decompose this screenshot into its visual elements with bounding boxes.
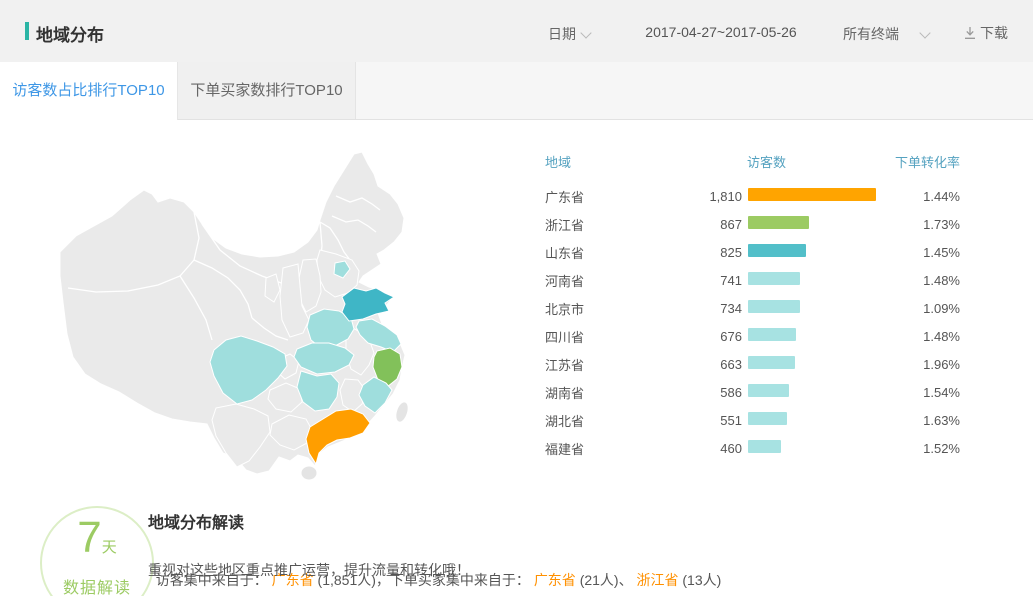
visitors-bar (748, 216, 809, 229)
seven-day-badge: 7天 数据解读 (40, 506, 154, 596)
region-ranking-table: 地域 访客数 下单转化率 广东省 1,810 1.44% 浙江省 867 1.7… (545, 152, 960, 462)
badge-number: 7天 (42, 514, 152, 572)
table-row: 广东省 1,810 1.44% (545, 182, 960, 210)
interpretation-line2: 重视对这些地区重点推广运营，提升流量和转化哦！ (148, 560, 470, 580)
header-bar: 地域分布 日期 2017-04-27~2017-05-26 所有终端 下载 (0, 0, 1033, 63)
page-title: 地域分布 (36, 21, 104, 46)
interpretation-segment: 浙江省 (637, 572, 679, 588)
region-name: 福建省 (545, 439, 650, 458)
table-row: 江苏省 663 1.96% (545, 350, 960, 378)
conversion-rate: 1.52% (892, 441, 960, 456)
badge-unit: 天 (102, 539, 117, 556)
visitors-count: 551 (650, 413, 746, 428)
visitors-bar (748, 440, 781, 453)
conversion-rate: 1.45% (892, 245, 960, 260)
visitors-bar-track (746, 328, 892, 344)
conversion-rate: 1.96% (892, 357, 960, 372)
visitors-bar-track (746, 440, 892, 456)
visitors-bar (748, 188, 876, 201)
map-island-hainan (302, 467, 317, 480)
column-header-region: 地域 (545, 152, 571, 171)
conversion-rate: 1.73% (892, 217, 960, 232)
region-name: 浙江省 (545, 215, 650, 234)
column-header-visitors: 访客数 (747, 152, 786, 171)
region-name: 湖南省 (545, 383, 650, 402)
chevron-down-icon (580, 27, 591, 38)
download-button[interactable]: 下载 (963, 23, 1008, 43)
table-header: 地域 访客数 下单转化率 (545, 152, 960, 172)
region-name: 河南省 (545, 271, 650, 290)
visitors-bar (748, 272, 800, 285)
visitors-bar-track (746, 412, 892, 428)
visitors-bar-track (746, 356, 892, 372)
interpretation-segment: (13人) (679, 572, 722, 588)
conversion-rate: 1.44% (892, 189, 960, 204)
table-row: 北京市 734 1.09% (545, 294, 960, 322)
conversion-rate: 1.54% (892, 385, 960, 400)
region-name: 江苏省 (545, 355, 650, 374)
visitors-count: 586 (650, 385, 746, 400)
visitors-bar-track (746, 384, 892, 400)
regional-distribution-panel: 地域分布 日期 2017-04-27~2017-05-26 所有终端 下载 访客… (0, 0, 1033, 596)
visitors-bar-track (746, 244, 892, 260)
visitors-count: 1,810 (650, 189, 746, 204)
region-name: 北京市 (545, 299, 650, 318)
download-label: 下载 (980, 25, 1008, 41)
visitors-bar-track (746, 188, 892, 204)
table-row: 山东省 825 1.45% (545, 238, 960, 266)
visitors-bar (748, 356, 795, 369)
date-dropdown-label: 日期 (548, 26, 576, 42)
tab-buyers-top10[interactable]: 下单买家数排行TOP10 (178, 62, 356, 119)
table-row: 河南省 741 1.48% (545, 266, 960, 294)
date-range-picker[interactable]: 2017-04-27~2017-05-26 (611, 24, 831, 40)
conversion-rate: 1.09% (892, 301, 960, 316)
visitors-count: 734 (650, 301, 746, 316)
map-island-taiwan (394, 401, 410, 423)
visitors-bar-track (746, 272, 892, 288)
tab-bar: 访客数占比排行TOP10 下单买家数排行TOP10 (0, 62, 1033, 120)
region-name: 广东省 (545, 187, 650, 206)
region-name: 湖北省 (545, 411, 650, 430)
interpretation-segment: (21人)、 (576, 572, 637, 588)
visitors-bar (748, 384, 789, 397)
table-row: 湖北省 551 1.63% (545, 406, 960, 434)
tab-visitors-top10[interactable]: 访客数占比排行TOP10 (0, 62, 178, 120)
table-row: 浙江省 867 1.73% (545, 210, 960, 238)
visitors-bar (748, 244, 806, 257)
terminal-dropdown-label: 所有终端 (843, 26, 899, 42)
interpretation-segment: 广东省 (534, 572, 576, 588)
badge-label: 数据解读 (42, 574, 152, 596)
download-icon (963, 26, 977, 40)
conversion-rate: 1.48% (892, 329, 960, 344)
visitors-bar (748, 300, 800, 313)
table-row: 福建省 460 1.52% (545, 434, 960, 462)
visitors-count: 867 (650, 217, 746, 232)
interpretation-heading: 地域分布解读 (148, 509, 244, 533)
title-accent-bar (25, 22, 29, 40)
china-map[interactable] (60, 140, 480, 490)
visitors-bar-track (746, 300, 892, 316)
date-dropdown[interactable]: 日期 (548, 24, 590, 44)
visitors-count: 460 (650, 441, 746, 456)
conversion-rate: 1.63% (892, 413, 960, 428)
conversion-rate: 1.48% (892, 273, 960, 288)
visitors-count: 825 (650, 245, 746, 260)
region-name: 山东省 (545, 243, 650, 262)
visitors-count: 676 (650, 329, 746, 344)
visitors-bar-track (746, 216, 892, 232)
visitors-bar (748, 412, 787, 425)
table-row: 湖南省 586 1.54% (545, 378, 960, 406)
visitors-bar (748, 328, 796, 341)
table-row: 四川省 676 1.48% (545, 322, 960, 350)
region-name: 四川省 (545, 327, 650, 346)
visitors-count: 741 (650, 273, 746, 288)
terminal-dropdown[interactable]: 所有终端 (843, 24, 929, 44)
visitors-count: 663 (650, 357, 746, 372)
table-rows: 广东省 1,810 1.44% 浙江省 867 1.73% 山东省 825 (545, 182, 960, 462)
column-header-conversion: 下单转化率 (895, 152, 960, 171)
chevron-down-icon (919, 27, 930, 38)
